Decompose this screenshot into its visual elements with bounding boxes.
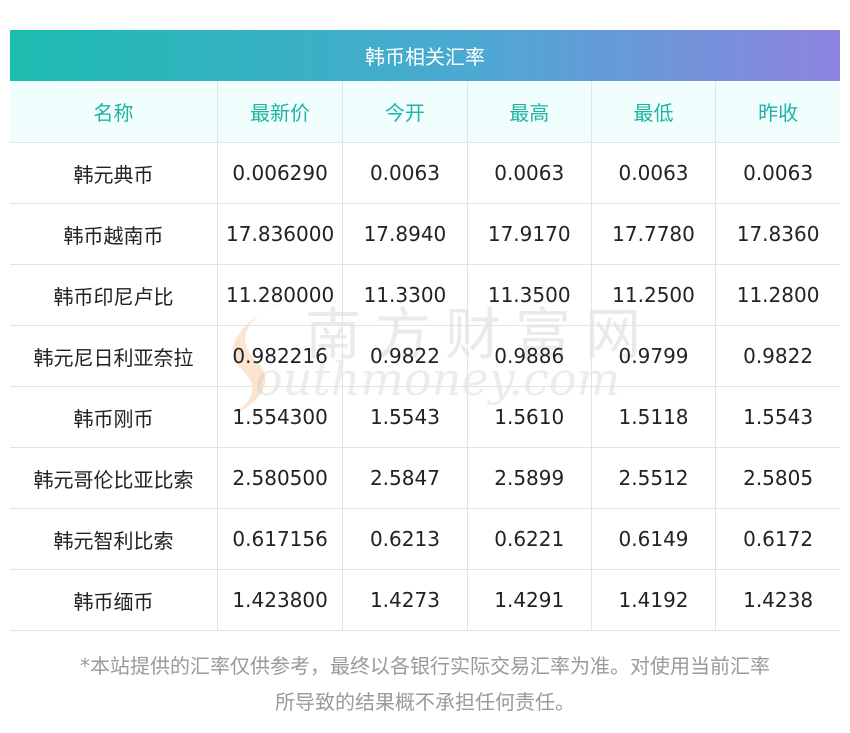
prev-close-price: 2.5805 xyxy=(715,447,840,509)
open-price: 0.0063 xyxy=(342,142,468,204)
latest-price: 17.836000 xyxy=(216,203,343,265)
column-header-open: 今开 xyxy=(342,81,468,143)
low-price: 0.6149 xyxy=(590,508,716,570)
disclaimer-line-2: 所导致的结果概不承担任何责任。 xyxy=(275,690,575,714)
table-header-row: 名称 最新价 今开 最高 最低 昨收 xyxy=(10,81,840,143)
latest-price: 1.423800 xyxy=(216,569,343,631)
currency-pair-name: 韩币缅币 xyxy=(10,569,218,631)
currency-pair-name: 韩元哥伦比亚比索 xyxy=(10,447,218,509)
high-price: 0.9886 xyxy=(466,325,592,387)
table-row: 韩元哥伦比亚比索 2.580500 2.5847 2.5899 2.5512 2… xyxy=(10,447,840,509)
table-row: 韩元典币 0.006290 0.0063 0.0063 0.0063 0.006… xyxy=(10,142,840,204)
high-price: 0.6221 xyxy=(466,508,592,570)
low-price: 1.5118 xyxy=(590,386,716,448)
table-row: 韩元智利比索 0.617156 0.6213 0.6221 0.6149 0.6… xyxy=(10,508,840,570)
prev-close-price: 17.8360 xyxy=(715,203,840,265)
latest-price: 11.280000 xyxy=(216,264,343,326)
prev-close-price: 1.5543 xyxy=(715,386,840,448)
open-price: 0.6213 xyxy=(342,508,468,570)
high-price: 1.4291 xyxy=(466,569,592,631)
high-price: 11.3500 xyxy=(466,264,592,326)
prev-close-price: 0.0063 xyxy=(715,142,840,204)
high-price: 1.5610 xyxy=(466,386,592,448)
prev-close-price: 11.2800 xyxy=(715,264,840,326)
table-row: 韩币印尼卢比 11.280000 11.3300 11.3500 11.2500… xyxy=(10,264,840,326)
table-row: 韩币缅币 1.423800 1.4273 1.4291 1.4192 1.423… xyxy=(10,569,840,631)
table-row: 韩币刚币 1.554300 1.5543 1.5610 1.5118 1.554… xyxy=(10,386,840,448)
open-price: 0.9822 xyxy=(342,325,468,387)
latest-price: 0.617156 xyxy=(216,508,343,570)
exchange-rate-table: 名称 最新价 今开 最高 最低 昨收 韩元典币 0.006290 0.0063 … xyxy=(10,81,840,631)
latest-price: 0.006290 xyxy=(216,142,343,204)
low-price: 0.0063 xyxy=(590,142,716,204)
currency-pair-name: 韩币刚币 xyxy=(10,386,218,448)
table-row: 韩元尼日利亚奈拉 0.982216 0.9822 0.9886 0.9799 0… xyxy=(10,325,840,387)
low-price: 1.4192 xyxy=(590,569,716,631)
column-header-low: 最低 xyxy=(590,81,716,143)
open-price: 11.3300 xyxy=(342,264,468,326)
low-price: 11.2500 xyxy=(590,264,716,326)
column-header-high: 最高 xyxy=(466,81,592,143)
prev-close-price: 1.4238 xyxy=(715,569,840,631)
disclaimer-line-1: *本站提供的汇率仅供参考，最终以各银行实际交易汇率为准。对使用当前汇率 xyxy=(80,654,770,678)
latest-price: 1.554300 xyxy=(216,386,343,448)
low-price: 0.9799 xyxy=(590,325,716,387)
table-title: 韩币相关汇率 xyxy=(10,30,840,81)
table-row: 韩币越南币 17.836000 17.8940 17.9170 17.7780 … xyxy=(10,203,840,265)
open-price: 17.8940 xyxy=(342,203,468,265)
open-price: 1.5543 xyxy=(342,386,468,448)
currency-pair-name: 韩元典币 xyxy=(10,142,218,204)
high-price: 2.5899 xyxy=(466,447,592,509)
currency-pair-name: 韩元尼日利亚奈拉 xyxy=(10,325,218,387)
column-header-latest: 最新价 xyxy=(216,81,343,143)
low-price: 17.7780 xyxy=(590,203,716,265)
disclaimer: *本站提供的汇率仅供参考，最终以各银行实际交易汇率为准。对使用当前汇率 所导致的… xyxy=(10,648,840,720)
low-price: 2.5512 xyxy=(590,447,716,509)
latest-price: 0.982216 xyxy=(216,325,343,387)
open-price: 2.5847 xyxy=(342,447,468,509)
rates-panel: 韩币相关汇率 名称 最新价 今开 最高 最低 昨收 韩元典币 0.006290 … xyxy=(0,0,850,733)
latest-price: 2.580500 xyxy=(216,447,343,509)
high-price: 17.9170 xyxy=(466,203,592,265)
prev-close-price: 0.6172 xyxy=(715,508,840,570)
open-price: 1.4273 xyxy=(342,569,468,631)
column-header-name: 名称 xyxy=(10,81,218,143)
currency-pair-name: 韩币越南币 xyxy=(10,203,218,265)
high-price: 0.0063 xyxy=(466,142,592,204)
currency-pair-name: 韩元智利比索 xyxy=(10,508,218,570)
prev-close-price: 0.9822 xyxy=(715,325,840,387)
column-header-prev-close: 昨收 xyxy=(715,81,840,143)
currency-pair-name: 韩币印尼卢比 xyxy=(10,264,218,326)
